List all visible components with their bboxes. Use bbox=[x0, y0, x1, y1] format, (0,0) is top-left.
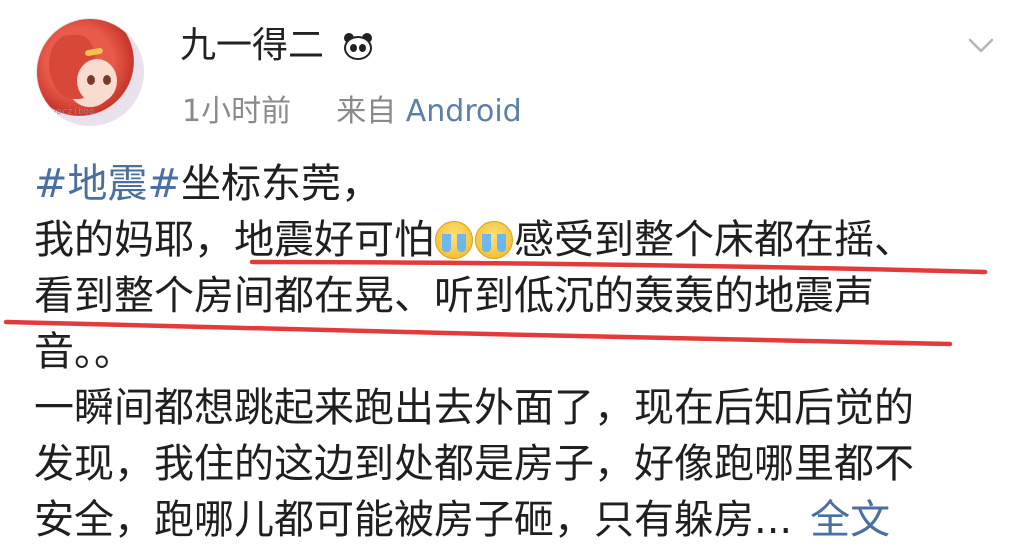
chevron-down-icon[interactable] bbox=[966, 30, 996, 60]
panda-head bbox=[344, 36, 373, 60]
post-line: 发现，我住的这边到处都是房子，好像跑哪里都不 bbox=[34, 436, 994, 492]
crying-face-icon bbox=[435, 221, 473, 259]
post-line: #地震#坐标东莞， bbox=[34, 156, 994, 212]
post-text: 看到整个房间都在晃、听到低沉的轰轰的地震声 bbox=[34, 273, 874, 319]
username[interactable]: 九一得二 bbox=[180, 24, 375, 68]
post-meta: 1小时前 来自 Android bbox=[182, 86, 522, 130]
topic-tag[interactable]: #地震# bbox=[34, 161, 181, 207]
panda-icon bbox=[341, 32, 375, 62]
post-line: 看到整个房间都在晃、听到低沉的轰轰的地震声 bbox=[34, 268, 994, 324]
crying-face-icon bbox=[475, 221, 513, 259]
avatar[interactable]: aocziboo bbox=[36, 18, 144, 126]
post-text: 坐标东莞， bbox=[181, 161, 382, 207]
post-line: 一瞬间都想跳起来跑出去外面了，现在后知后觉的 bbox=[34, 380, 994, 436]
post-line: 安全，跑哪儿都可能被房子砸，只有躲房... 全文 bbox=[34, 492, 994, 548]
post-text: 安全，跑哪儿都可能被房子砸，只有躲房... bbox=[34, 497, 793, 543]
source-prefix: 来自 bbox=[336, 94, 397, 129]
post-text: 一瞬间都想跳起来跑出去外面了，现在后知后觉的 bbox=[34, 385, 914, 431]
post-text: 地震好可怕 bbox=[234, 217, 434, 263]
post-text: 发现，我住的这边到处都是房子，好像跑哪里都不 bbox=[34, 441, 914, 487]
post-text: 感受到整个床都在摇、 bbox=[514, 217, 914, 263]
username-text[interactable]: 九一得二 bbox=[180, 25, 324, 66]
avatar-face bbox=[77, 59, 117, 103]
post-text: 我的妈耶， bbox=[34, 217, 234, 263]
post-text: 音。。 bbox=[34, 329, 134, 375]
avatar-eye bbox=[103, 75, 111, 85]
post-time: 1小时前 bbox=[182, 94, 292, 129]
post-line: 我的妈耶，地震好可怕 感受到整个床都在摇、 bbox=[34, 212, 994, 268]
source-client: Android bbox=[405, 94, 522, 129]
avatar-watermark: aocziboo bbox=[51, 107, 95, 117]
expand-full-text-link[interactable]: 全文 bbox=[810, 497, 890, 543]
post-line: 音。。 bbox=[34, 324, 994, 380]
avatar-eye bbox=[87, 75, 95, 85]
post-content: #地震#坐标东莞， 我的妈耶，地震好可怕 感受到整个床都在摇、 看到整个房间都在晃… bbox=[34, 156, 994, 548]
